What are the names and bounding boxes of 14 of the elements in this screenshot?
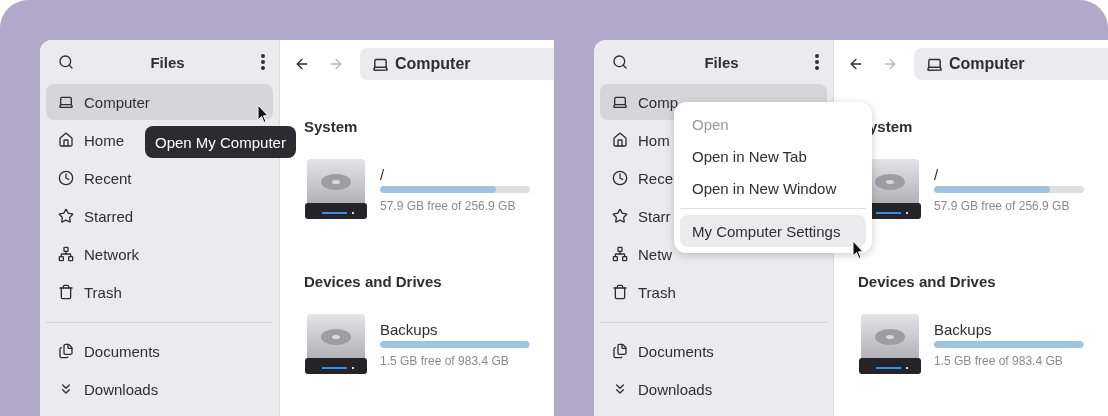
free-space-text: 1.5 GB free of 983.4 GB bbox=[380, 353, 510, 368]
tooltip: Open My Computer bbox=[145, 126, 296, 158]
section-heading: System bbox=[304, 118, 359, 135]
free-space-text: 57.9 GB free of 256.9 GB bbox=[380, 198, 517, 213]
drive-name: / bbox=[934, 165, 940, 183]
section-heading: Devices and Drives bbox=[858, 273, 997, 290]
section-heading: Devices and Drives bbox=[304, 273, 443, 290]
free-space-text: 57.9 GB free of 256.9 GB bbox=[934, 198, 1071, 213]
drive-name: Backups bbox=[934, 320, 993, 338]
drive-name: / bbox=[380, 165, 386, 183]
drive-name: Backups bbox=[380, 320, 439, 338]
sidebar-title: Files bbox=[704, 53, 739, 71]
sidebar-title: Files bbox=[150, 53, 185, 71]
free-space-text: 1.5 GB free of 983.4 GB bbox=[934, 353, 1064, 368]
